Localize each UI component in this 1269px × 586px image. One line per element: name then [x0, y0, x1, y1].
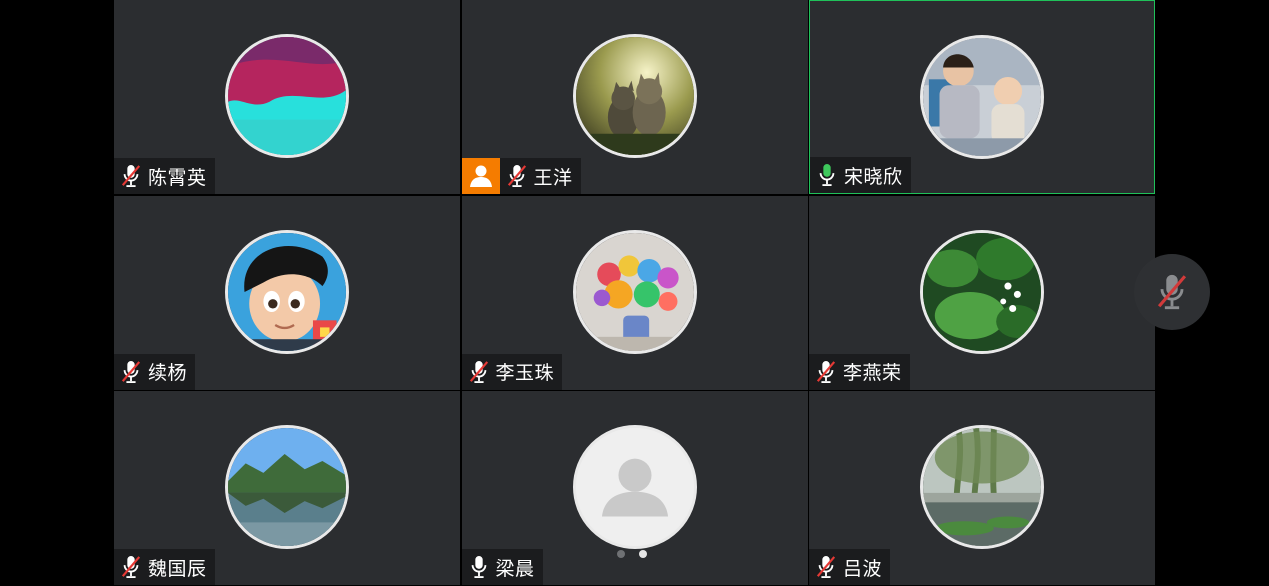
avatar	[572, 229, 697, 354]
participant-tile[interactable]: 王洋	[461, 0, 808, 194]
mic-muted-icon	[121, 360, 141, 383]
mic-muted-icon	[816, 556, 836, 578]
mic-muted-icon	[507, 165, 526, 187]
name-tag: 魏国辰	[114, 549, 215, 585]
mic-muted-icon	[469, 360, 488, 383]
participant-name: 王洋	[533, 166, 573, 189]
name-tag: 李燕荣	[809, 353, 910, 390]
avatar	[920, 35, 1044, 159]
page-dot-1[interactable]	[617, 550, 625, 558]
default-person-icon	[575, 428, 694, 546]
participant-name: 陈霄英	[148, 166, 207, 189]
participant-tile[interactable]: 李玉珠	[461, 195, 808, 390]
participant-grid: 陈霄英 王洋 宋晓欣 续杨 李玉珠 李燕荣 魏国辰 梁晨 吕波	[114, 0, 1155, 586]
mic-on-icon	[819, 164, 835, 186]
name-tag: 陈霄英	[114, 158, 215, 194]
avatar	[225, 425, 349, 549]
name-tag: 梁晨	[461, 549, 543, 585]
participant-tile[interactable]: 陈霄英	[114, 0, 460, 194]
participant-tile-active-speaker[interactable]: 宋晓欣	[809, 0, 1155, 194]
mic-muted-icon	[121, 556, 141, 578]
avatar	[920, 425, 1044, 549]
name-tag: 宋晓欣	[810, 157, 911, 193]
participant-name: 宋晓欣	[844, 165, 903, 188]
avatar	[920, 229, 1044, 354]
participant-name: 续杨	[148, 362, 188, 384]
name-tag: 吕波	[809, 549, 891, 585]
mic-muted-icon	[1157, 274, 1187, 310]
host-badge	[461, 158, 500, 194]
name-tag: 李玉珠	[461, 353, 563, 390]
participant-name: 梁晨	[495, 557, 535, 580]
mic-muted-icon	[121, 165, 141, 187]
avatar	[572, 34, 697, 158]
name-tag: 续杨	[114, 353, 196, 390]
page-indicator[interactable]	[617, 550, 647, 558]
mic-muted-icon	[816, 360, 836, 383]
participant-tile[interactable]: 魏国辰	[114, 391, 460, 585]
participant-tile[interactable]: 续杨	[114, 195, 460, 390]
participant-tile[interactable]: 李燕荣	[809, 195, 1155, 390]
participant-name: 李玉珠	[495, 362, 555, 384]
mute-toggle-button[interactable]	[1134, 254, 1210, 330]
participant-name: 魏国辰	[148, 557, 207, 580]
participant-tile[interactable]: 吕波	[809, 391, 1155, 585]
mic-on-icon	[471, 556, 486, 578]
name-tag: 王洋	[461, 158, 581, 194]
page-dot-2-current[interactable]	[639, 550, 647, 558]
participant-name: 李燕荣	[843, 362, 902, 384]
avatar	[225, 34, 349, 158]
avatar	[225, 229, 349, 354]
participant-name: 吕波	[843, 557, 883, 580]
person-icon	[469, 165, 492, 187]
avatar	[572, 425, 697, 549]
